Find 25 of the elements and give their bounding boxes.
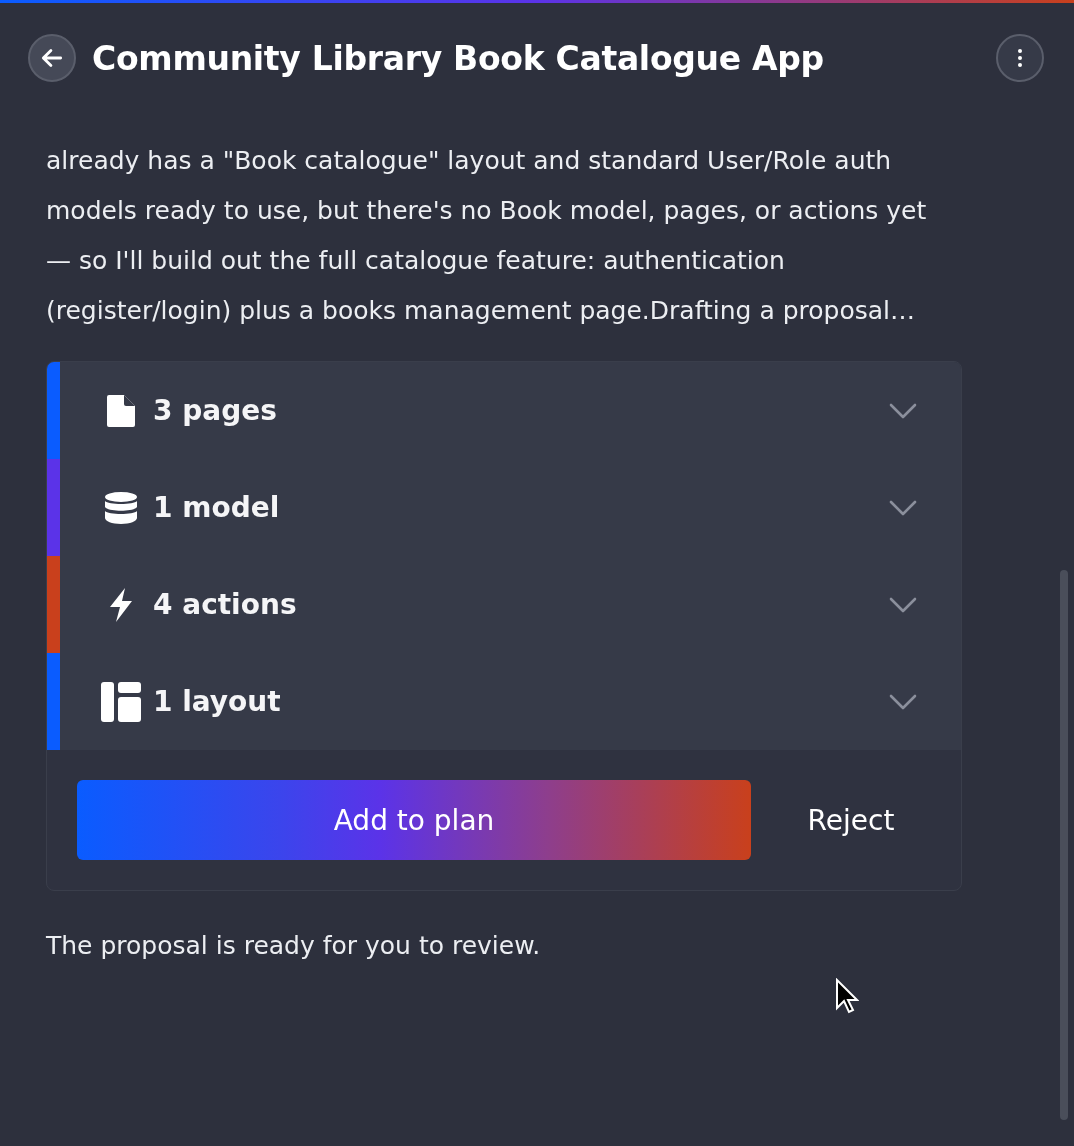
more-options-button[interactable] [996,34,1044,82]
assistant-message: The proposal is ready for you to review. [46,930,542,962]
add-to-plan-button[interactable]: Add to plan [77,780,751,860]
database-icon [104,490,138,525]
more-icon [1017,48,1023,68]
proposal-section[interactable]: 4 actions [47,556,961,653]
section-label: 1 model [153,491,280,524]
chevron-down-icon [889,499,917,516]
back-button[interactable] [28,34,76,82]
mouse-cursor-icon [835,978,859,1014]
proposal-section[interactable]: 1 layout [47,653,961,750]
chevron-down-icon [889,402,917,419]
reject-button[interactable]: Reject [781,802,921,838]
scrollbar-thumb[interactable] [1060,570,1068,1120]
document-icon [106,393,136,428]
chat-title: Community Library Book Catalogue App [92,38,824,78]
section-label: 1 layout [153,685,281,718]
section-label: 4 actions [153,588,297,621]
chevron-down-icon [889,693,917,710]
chevron-down-icon [889,596,917,613]
section-label: 3 pages [153,394,277,427]
assistant-message: already has a "Book catalogue" layout and standard User/Role auth models ready to use, but there's no Book model, pages, or actions yet — so I'll build out the full catalogue feature: authentication (register/login) plus a books management page.Drafting a proposal… [46,145,928,327]
layout-icon [100,680,142,723]
proposal-section[interactable]: 1 model [47,459,961,556]
proposal-section[interactable]: 3 pages [47,362,961,459]
